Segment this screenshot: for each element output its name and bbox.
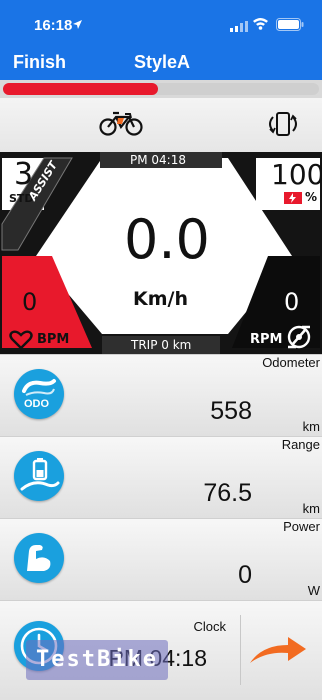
location-arrow-icon	[72, 17, 83, 35]
battery-percent: 100	[271, 158, 322, 191]
nav-bar: Finish StyleA	[0, 44, 322, 80]
row-label: Power	[283, 519, 320, 534]
trip-distance: TRIP 0 km	[131, 338, 192, 352]
ride-progress	[0, 80, 322, 98]
rotate-screen-icon[interactable]	[264, 110, 302, 143]
battery-unit: %	[305, 190, 318, 204]
row-unit: W	[307, 583, 320, 598]
muscle-arm-icon[interactable]	[14, 533, 64, 583]
cadence-unit: RPM	[250, 332, 283, 347]
battery-road-icon[interactable]	[14, 451, 64, 501]
battery-icon	[276, 18, 304, 36]
speed-unit: Km/h	[133, 288, 188, 310]
odometer-row: ODO Odometer 558 km	[0, 354, 322, 436]
status-bar: 16:18	[0, 0, 322, 44]
power-row: Power 0 W	[0, 518, 322, 600]
ebike-icon[interactable]	[99, 110, 143, 141]
finish-button[interactable]: Finish	[13, 52, 66, 73]
heart-rate-value: 0	[22, 288, 38, 316]
row-value: 76.5	[203, 479, 252, 507]
row-value: 0	[238, 561, 252, 589]
forward-arrow-icon[interactable]	[248, 635, 308, 672]
row-label: Clock	[193, 619, 226, 634]
row-unit: km	[302, 501, 320, 516]
row-unit: km	[302, 419, 320, 434]
row-value: 558	[210, 397, 252, 425]
range-row: Range 76.5 km	[0, 436, 322, 518]
cellular-signal-icon	[230, 19, 248, 37]
odo-icon-label: ODO	[24, 398, 50, 410]
dashboard-clock: PM 04:18	[130, 153, 186, 167]
watermark-text: TestBike	[36, 647, 158, 672]
row-label: Odometer	[262, 355, 320, 370]
watermark: TestBike	[26, 640, 168, 680]
progress-fill	[3, 83, 158, 95]
dashboard-display: PM 04:18 3 STD ASSIST 100 % 0.0 Km/h 0 B…	[0, 152, 322, 354]
toolbar	[0, 98, 322, 152]
row-divider	[240, 615, 241, 685]
wifi-icon	[252, 17, 269, 35]
odo-icon[interactable]: ODO	[14, 369, 64, 419]
row-label: Range	[281, 437, 320, 452]
status-time: 16:18	[34, 17, 73, 34]
cadence-value: 0	[284, 288, 300, 316]
speed-value: 0.0	[124, 208, 210, 271]
page-title: StyleA	[134, 52, 191, 72]
heart-unit: BPM	[37, 332, 70, 347]
